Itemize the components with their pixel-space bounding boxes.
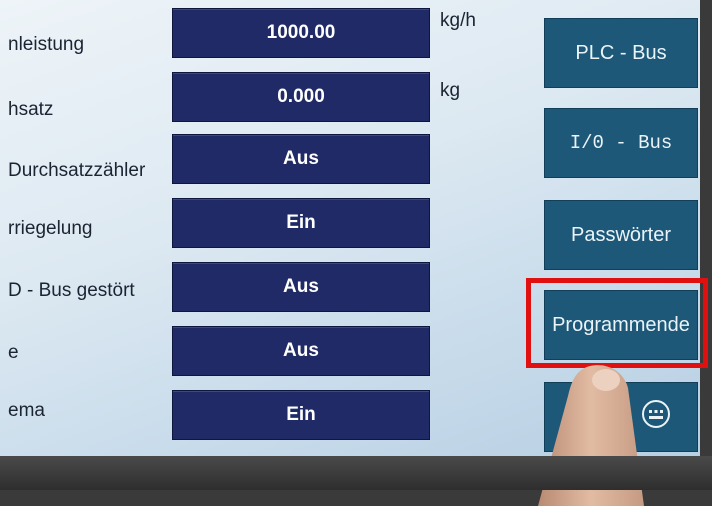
plc-bus-button[interactable]: PLC - Bus [544,18,698,88]
durchsatz-value-field[interactable]: 0.000 [172,72,430,122]
label-nennleistung: nleistung [8,34,85,55]
passwoerter-button[interactable]: Passwörter [544,200,698,270]
screen-bezel [0,456,712,490]
bus-gestoert-toggle-button[interactable]: Aus [172,262,430,312]
durchsatzzaehler-toggle-button[interactable]: Aus [172,134,430,184]
row-6-toggle-button[interactable]: Aus [172,326,430,376]
durchsatz-unit: kg [440,80,461,101]
nennleistung-unit: kg/h [440,10,476,31]
verriegelung-toggle-button[interactable]: Ein [172,198,430,248]
highlight-box [526,278,708,368]
label-schema: ema [8,400,45,421]
label-verriegelung: rriegelung [8,218,93,239]
label-bus-gestoert: D - Bus gestört [8,280,135,301]
label-row-6: e [8,342,19,363]
label-durchsatzzaehler: Durchsatzzähler [8,160,146,181]
label-durchsatz: hsatz [8,99,54,120]
nennleistung-value-field[interactable]: 1000.00 [172,8,430,58]
io-bus-button[interactable]: I/0 - Bus [544,108,698,178]
schema-toggle-button[interactable]: Ein [172,390,430,440]
